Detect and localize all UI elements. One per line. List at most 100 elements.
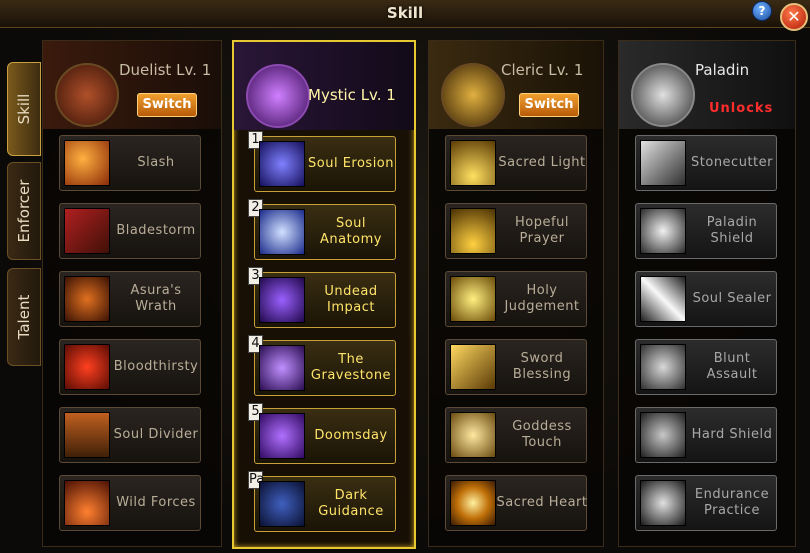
skill-label: Holy Judgement [504,283,580,314]
skill-label: Soul Anatomy [319,216,382,247]
window-title: Skill [386,4,424,22]
skill-slot-sword-blessing[interactable]: Sword Blessing [445,339,587,395]
cleric-flame-icon [441,63,505,127]
skill-label: Blunt Assault [706,351,758,382]
duelist-helmet-icon [55,63,119,127]
skill-label: Sword Blessing [512,351,572,382]
skill-slot-goddess-touch[interactable]: Goddess Touch [445,407,587,463]
switch-button-duelist[interactable]: Switch [137,93,197,117]
skill-slot-blunt-assault[interactable]: Blunt Assault [635,339,777,395]
class-header-mystic: Mystic Lv. 1 [234,42,414,130]
skill-slot-paladin-shield[interactable]: Paladin Shield [635,203,777,259]
the-gravestone-icon [259,345,305,391]
tab-skill-label: Skill [15,93,33,125]
sword-blessing-icon [450,344,496,390]
skill-slot-endurance-practice[interactable]: Endurance Practice [635,475,777,531]
help-icon[interactable]: ? [752,1,772,21]
close-icon[interactable]: ✕ [780,3,808,31]
class-header-cleric: Cleric Lv. 1 Switch [429,41,603,129]
skill-slot-bladestorm[interactable]: Bladestorm [59,203,201,259]
class-column-duelist: Duelist Lv. 1 Switch Slash Bladestorm As… [42,40,222,547]
wild-forces-icon [64,480,110,526]
skill-label: Soul Divider [113,427,199,442]
skill-label: Goddess Touch [512,419,572,450]
skill-label: Slash [137,155,175,170]
switch-button-cleric[interactable]: Switch [519,93,579,117]
skill-window: Skill ? ✕ Skill Enforcer Talent Duelist … [0,0,810,553]
skill-label: Asura's Wrath [130,283,182,314]
soul-divider-icon [64,412,110,458]
skill-label: Doomsday [314,428,388,443]
skill-label: Endurance Practice [694,487,770,518]
skill-label: Hard Shield [691,427,773,442]
skill-slot-stonecutter[interactable]: Stonecutter [635,135,777,191]
class-name-cleric: Cleric Lv. 1 [501,61,584,79]
skill-slot-sacred-heart[interactable]: Sacred Heart [445,475,587,531]
hopeful-prayer-icon [450,208,496,254]
skill-label: The Gravestone [310,352,392,383]
tab-enforcer-label: Enforcer [15,179,33,243]
skill-slot-sacred-light[interactable]: Sacred Light [445,135,587,191]
tab-enforcer[interactable]: Enforcer [7,162,41,260]
skill-slot-dark-guidance[interactable]: Pa Dark Guidance [248,471,396,532]
skill-label: Paladin Shield [706,215,758,246]
skill-label: Bladestorm [116,223,196,238]
skill-label: Wild Forces [116,495,196,510]
asuras-wrath-icon [64,276,110,322]
skill-label: Hopeful Prayer [515,215,569,246]
skill-slot-the-gravestone[interactable]: 4 The Gravestone [248,335,396,396]
tab-skill[interactable]: Skill [7,62,41,156]
skill-slot-doomsday[interactable]: 5 Doomsday [248,403,396,464]
skill-slot-soul-sealer[interactable]: Soul Sealer [635,271,777,327]
endurance-practice-icon [640,480,686,526]
stonecutter-icon [640,140,686,186]
class-header-duelist: Duelist Lv. 1 Switch [43,41,221,129]
skill-slot-undead-impact[interactable]: 3 Undead Impact [248,267,396,328]
class-column-paladin: Paladin Unlocks Stonecutter Paladin Shie… [618,40,796,547]
skill-slot-wild-forces[interactable]: Wild Forces [59,475,201,531]
dark-guidance-icon [259,481,305,527]
soul-anatomy-icon [259,209,305,255]
skill-label: Sacred Light [498,155,586,170]
skill-slot-bloodthirsty[interactable]: Bloodthirsty [59,339,201,395]
paladin-shield-icon [631,63,695,127]
skill-slot-holy-judgement[interactable]: Holy Judgement [445,271,587,327]
holy-judgement-icon [450,276,496,322]
class-name-duelist: Duelist Lv. 1 [119,61,212,79]
skill-label: Undead Impact [324,284,378,315]
class-column-cleric: Cleric Lv. 1 Switch Sacred Light Hopeful… [428,40,604,547]
class-name-paladin: Paladin [695,61,750,79]
goddess-touch-icon [450,412,496,458]
skill-label: Dark Guidance [318,488,384,519]
skill-slot-soul-divider[interactable]: Soul Divider [59,407,201,463]
bloodthirsty-icon [64,344,110,390]
skill-label: Soul Sealer [692,291,772,306]
soul-sealer-icon [640,276,686,322]
bladestorm-icon [64,208,110,254]
skill-label: Soul Erosion [308,156,394,171]
skill-slot-hard-shield[interactable]: Hard Shield [635,407,777,463]
mystic-skull-icon [246,64,310,128]
tab-talent-label: Talent [15,294,33,340]
undead-impact-icon [259,277,305,323]
doomsday-icon [259,413,305,459]
sacred-light-icon [450,140,496,186]
class-column-mystic: Mystic Lv. 1 1 Soul Erosion 2 Soul Anatomy… [232,40,416,549]
skill-slot-slash[interactable]: Slash [59,135,201,191]
title-bar: Skill ? ✕ [0,0,810,31]
skill-slot-asuras-wrath[interactable]: Asura's Wrath [59,271,201,327]
tab-talent[interactable]: Talent [7,268,41,366]
skill-label: Sacred Heart [496,495,588,510]
paladin-shield-skill-icon [640,208,686,254]
skill-slot-soul-anatomy[interactable]: 2 Soul Anatomy [248,199,396,260]
skill-slot-soul-erosion[interactable]: 1 Soul Erosion [248,131,396,192]
blunt-assault-icon [640,344,686,390]
unlocks-status: Unlocks [709,101,774,116]
skill-label: Bloodthirsty [113,359,199,374]
soul-erosion-icon [259,141,305,187]
sacred-heart-icon [450,480,496,526]
slash-icon [64,140,110,186]
skill-label: Stonecutter [691,155,773,170]
class-name-mystic: Mystic Lv. 1 [308,86,396,104]
skill-slot-hopeful-prayer[interactable]: Hopeful Prayer [445,203,587,259]
